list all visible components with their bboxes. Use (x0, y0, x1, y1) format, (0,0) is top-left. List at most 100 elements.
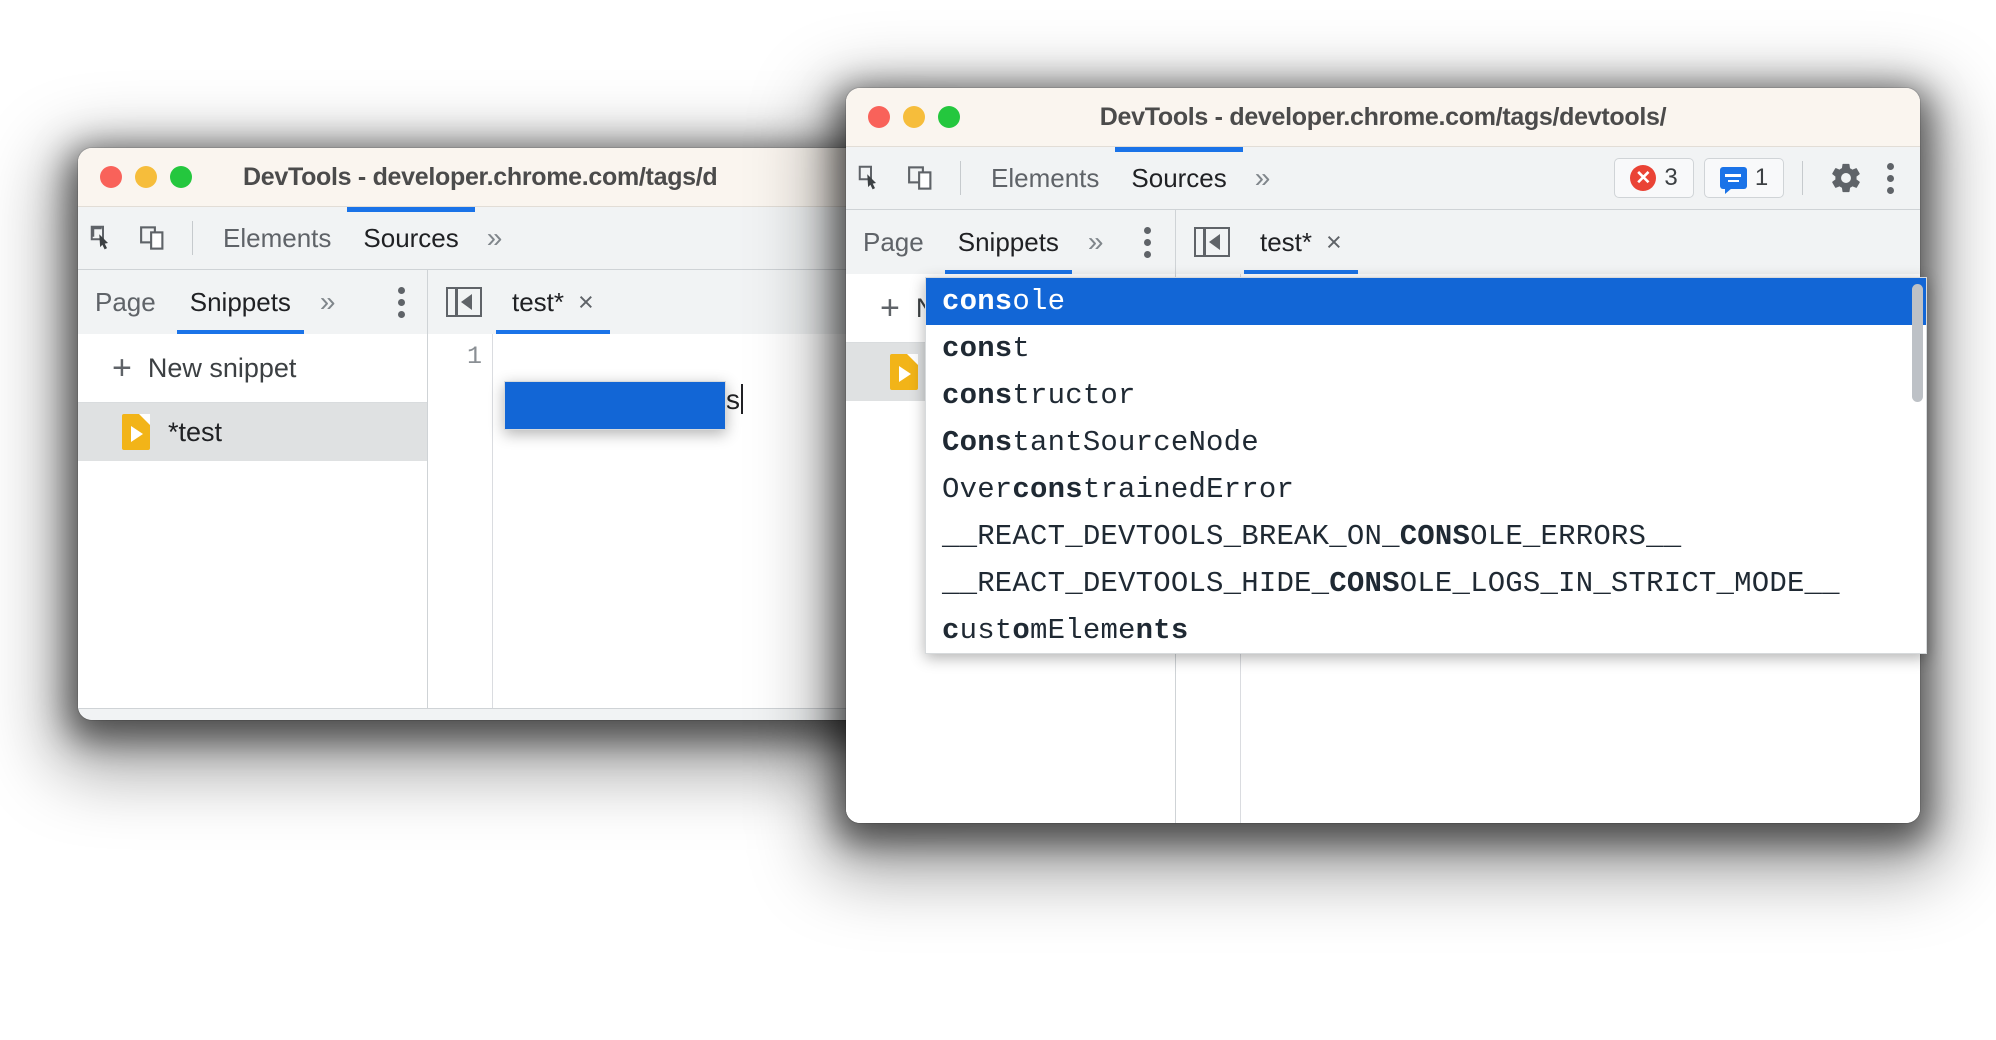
maximize-window-button[interactable] (170, 166, 192, 188)
autocomplete-item[interactable]: __REACT_DEVTOOLS_HIDE_CONSOLE_LOGS_IN_ST… (926, 560, 1926, 607)
autocomplete-item[interactable]: const (505, 382, 725, 429)
autocomplete-item-match: nts (1136, 614, 1189, 647)
autocomplete-item-rest: __REACT_DEVTOOLS_HIDE_ (942, 567, 1329, 600)
minimize-window-button[interactable] (903, 106, 925, 128)
before-snippets-navigator: + New snippet *test (78, 334, 428, 708)
after-navigator-tabs: Page Snippets » (846, 210, 1176, 274)
autocomplete-item-rest: ust (960, 614, 1013, 647)
after-window-title: DevTools - developer.chrome.com/tags/dev… (846, 103, 1920, 132)
autocomplete-item-rest: tructor (1012, 379, 1135, 412)
autocomplete-item[interactable]: OverconstrainedError (926, 466, 1926, 513)
more-panels-icon[interactable]: » (475, 222, 515, 254)
autocomplete-item-rest: mEleme (1030, 614, 1136, 647)
more-navigator-tabs-icon[interactable]: » (308, 286, 348, 318)
after-sub-toolbar: Page Snippets » test* × (846, 210, 1920, 274)
gear-icon[interactable] (1821, 153, 1871, 203)
tab-snippets[interactable]: Snippets (941, 210, 1076, 274)
close-icon[interactable]: × (578, 289, 594, 316)
autocomplete-item[interactable]: customElements (926, 607, 1926, 654)
error-count-badge[interactable]: ✕ 3 (1614, 158, 1694, 198)
new-snippet-button[interactable]: + New snippet (78, 334, 427, 403)
toolbar-divider (1802, 161, 1803, 195)
more-options-icon[interactable] (1887, 163, 1894, 194)
error-count: 3 (1664, 164, 1677, 192)
close-window-button[interactable] (868, 106, 890, 128)
tab-page[interactable]: Page (78, 270, 173, 334)
toolbar-right-group: ✕ 3 1 (1614, 147, 1904, 209)
tab-snippets[interactable]: Snippets (173, 270, 308, 334)
autocomplete-item[interactable]: __REACT_DEVTOOLS_BREAK_ON_CONSOLE_ERRORS… (926, 513, 1926, 560)
hide-navigator-icon[interactable] (1194, 227, 1230, 257)
maximize-window-button[interactable] (938, 106, 960, 128)
autocomplete-item[interactable]: ConstantSourceNode (926, 419, 1926, 466)
more-navigator-tabs-icon[interactable]: » (1076, 226, 1116, 258)
autocomplete-item-rest: OLE_LOGS_IN_STRICT_MODE__ (1400, 567, 1840, 600)
snippet-name: *test (168, 417, 222, 448)
scrollbar-thumb[interactable] (1912, 284, 1923, 402)
inspect-element-icon[interactable] (846, 153, 896, 203)
tab-sources[interactable]: Sources (347, 207, 474, 269)
message-count: 1 (1755, 164, 1768, 192)
after-autocomplete-popup[interactable]: consoleconstconstructorConstantSourceNod… (925, 277, 1927, 654)
inspect-element-icon[interactable] (78, 213, 128, 263)
toolbar-divider (192, 221, 193, 255)
device-toolbar-icon[interactable] (896, 153, 946, 203)
autocomplete-item-rest: tantSourceNode (1012, 426, 1258, 459)
after-window-titlebar: DevTools - developer.chrome.com/tags/dev… (846, 88, 1920, 147)
autocomplete-item-rest: __REACT_DEVTOOLS_BREAK_ON_ (942, 520, 1400, 553)
more-panels-icon[interactable]: » (1243, 162, 1283, 194)
new-snippet-label: New snippet (148, 353, 297, 384)
tab-page[interactable]: Page (846, 210, 941, 274)
hide-navigator-icon[interactable] (446, 287, 482, 317)
autocomplete-item-match: o (1012, 614, 1030, 647)
before-status-bar: {} Line 1, Column 5 ⌘+Enter ( (78, 708, 918, 720)
autocomplete-item-rest: OLE_ERRORS__ (1470, 520, 1681, 553)
autocomplete-list[interactable]: consoleconstconstructorConstantSourceNod… (926, 278, 1926, 654)
autocomplete-item-match: cons (942, 379, 1012, 412)
device-toolbar-icon[interactable] (128, 213, 178, 263)
snippet-file-icon (122, 414, 150, 450)
autocomplete-item[interactable]: console (926, 278, 1926, 325)
autocomplete-item[interactable]: constructor (926, 372, 1926, 419)
before-autocomplete-popup[interactable]: const (504, 381, 726, 430)
plus-icon: + (112, 351, 132, 385)
plus-icon: + (880, 291, 900, 325)
after-devtools-toolbar: Elements Sources » ✕ 3 1 (846, 147, 1920, 210)
more-options-icon[interactable] (1144, 227, 1151, 258)
autocomplete-item-rest: Over (942, 473, 1012, 506)
editor-tab-label: test* (1260, 227, 1312, 258)
list-item[interactable]: *test (78, 403, 427, 461)
autocomplete-item[interactable]: const (926, 325, 1926, 372)
text-caret (741, 384, 743, 414)
before-devtools-body: + New snippet *test 1 cons cons (78, 334, 918, 708)
close-window-button[interactable] (100, 166, 122, 188)
autocomplete-item-match: Cons (942, 426, 1012, 459)
before-devtools-toolbar: Elements Sources » (78, 207, 918, 270)
message-count-badge[interactable]: 1 (1704, 158, 1784, 198)
close-icon[interactable]: × (1326, 229, 1342, 256)
autocomplete-item-match: CONS (1400, 520, 1470, 553)
autocomplete-item-rest: ole (1012, 285, 1065, 318)
before-sub-toolbar: Page Snippets » test* × (78, 270, 918, 334)
minimize-window-button[interactable] (135, 166, 157, 188)
more-options-icon[interactable] (398, 287, 405, 318)
editor-tab-label: test* (512, 287, 564, 318)
message-icon (1720, 167, 1747, 189)
autocomplete-item-match: cons (942, 332, 1012, 365)
traffic-lights[interactable] (78, 166, 192, 188)
tab-elements[interactable]: Elements (975, 147, 1115, 209)
tab-elements[interactable]: Elements (207, 207, 347, 269)
before-devtools-window[interactable]: DevTools - developer.chrome.com/tags/d E… (78, 148, 918, 720)
autocomplete-item-rest: t (1012, 332, 1030, 365)
traffic-lights[interactable] (846, 106, 960, 128)
toolbar-divider (960, 161, 961, 195)
autocomplete-item-match: cons (942, 285, 1012, 318)
tab-sources[interactable]: Sources (1115, 147, 1242, 209)
editor-tab-test[interactable]: test* × (496, 270, 610, 334)
before-code-editor[interactable]: 1 cons const (428, 334, 918, 708)
error-icon: ✕ (1630, 165, 1656, 191)
editor-tab-test[interactable]: test* × (1244, 210, 1358, 274)
before-window-titlebar: DevTools - developer.chrome.com/tags/d (78, 148, 918, 207)
snippet-file-icon (890, 354, 918, 390)
line-number-gutter: 1 (428, 334, 493, 708)
